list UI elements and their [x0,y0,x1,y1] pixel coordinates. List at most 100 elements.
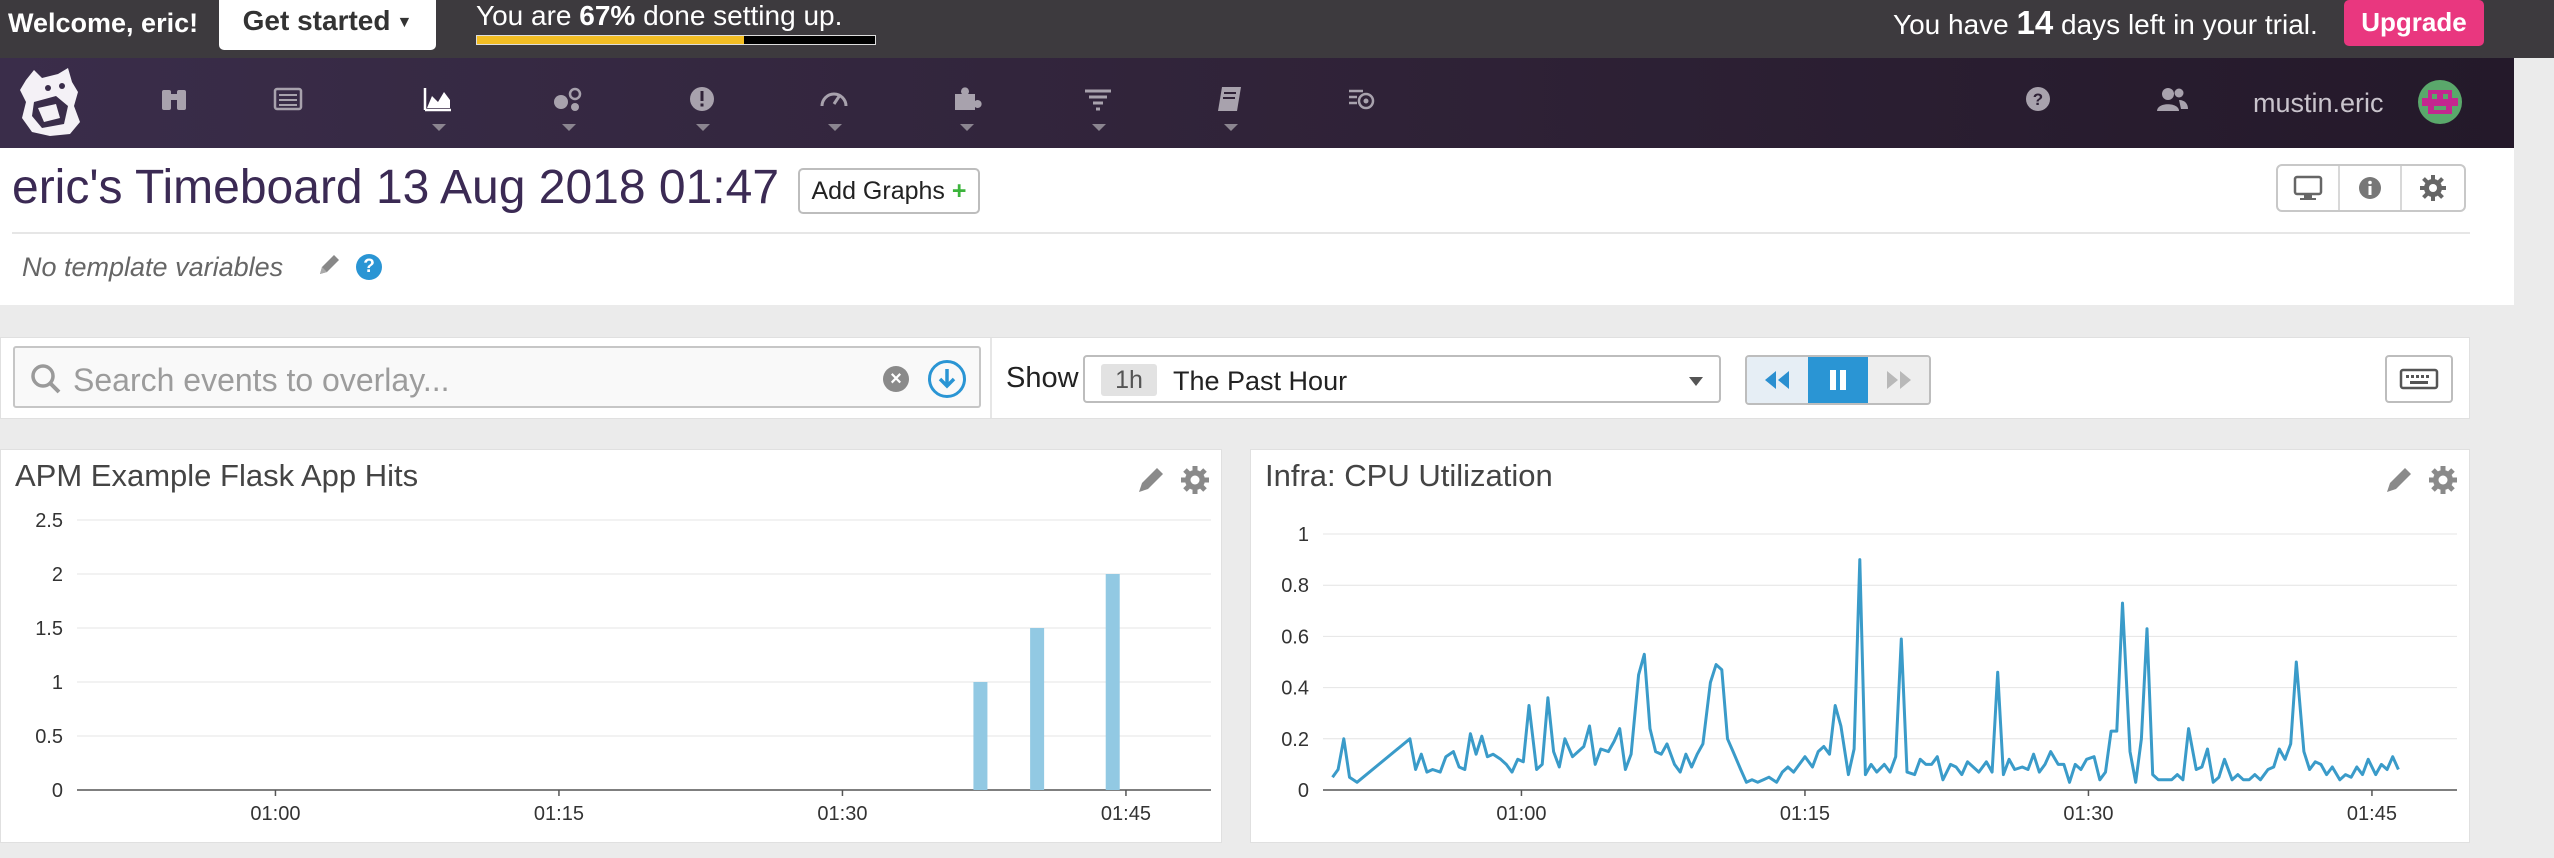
events-time-controls: Search events to overlay... × Show 1h Th… [0,337,2470,419]
datadog-logo[interactable] [12,62,88,142]
setup-progress-text: You are 67% done setting up. [476,0,842,32]
submenu-caret-icon [432,124,446,131]
add-graphs-button[interactable]: Add Graphs + [798,168,980,214]
x-tick-label: 01:00 [1496,803,1546,825]
download-icon[interactable] [928,360,966,398]
y-tick-label: 1.5 [35,618,63,640]
trial-notice: You have 14 days left in your trial. [1893,4,2318,42]
x-tick-label: 01:30 [817,803,867,825]
x-tick-label: 01:45 [1101,803,1151,825]
notebook-icon[interactable] [1208,82,1252,138]
board-actions [2276,164,2466,212]
setup-progress-bar [476,35,876,45]
x-tick-label: 01:15 [534,803,584,825]
page-title[interactable]: eric's Timeboard 13 Aug 2018 01:47 [12,160,779,215]
show-label: Show [1006,362,1079,394]
y-tick-label: 1 [1298,524,1309,546]
y-tick-label: 0.6 [1281,626,1309,648]
bar [1105,574,1120,790]
upgrade-button[interactable]: Upgrade [2344,0,2484,46]
info-icon [2359,177,2381,199]
clear-icon[interactable]: × [883,366,909,392]
submenu-caret-icon [562,124,576,131]
synthetic-icon[interactable] [1340,82,1384,138]
info-button[interactable] [2340,166,2402,210]
timeframe-badge: 1h [1101,364,1157,396]
submenu-caret-icon [696,124,710,131]
binoculars-icon[interactable] [152,82,196,138]
trial-prefix: You have [1893,9,2009,40]
area-chart-icon[interactable] [416,82,460,138]
search-placeholder: Search events to overlay... [73,362,450,398]
list-icon[interactable] [266,82,310,138]
y-tick-label: 2.5 [35,510,63,532]
y-tick-label: 0.8 [1281,575,1309,597]
alert-icon[interactable] [680,82,724,138]
progress-percent: 67% [579,0,636,31]
header-divider [12,232,2470,234]
submenu-caret-icon [1224,124,1238,131]
main-nav: ? mustin.eric [0,58,2514,148]
avatar[interactable] [2418,80,2462,124]
graph-panel-cpu-utilization: Infra: CPU Utilization 0 0.2 0.4 0.6 0.8 1 01:… [1250,449,2470,843]
y-tick-label: 0.5 [35,726,63,748]
svg-text:?: ? [2033,90,2043,109]
add-graphs-label: Add Graphs [811,177,945,205]
y-tick-label: 0 [52,780,63,802]
timeframe-value: The Past Hour [1173,366,1348,396]
edit-template-vars-icon[interactable] [316,252,342,278]
caret-down-icon: ▼ [396,13,413,31]
search-input[interactable]: Search events to overlay... × [13,346,981,408]
keyboard-shortcuts-button[interactable] [2385,355,2453,403]
y-tick-label: 0.2 [1281,729,1309,751]
timeboard-header: eric's Timeboard 13 Aug 2018 01:47 Add G… [0,148,2514,305]
divider [990,338,992,418]
progress-suffix: done setting up. [643,0,843,31]
submenu-caret-icon [828,124,842,131]
settings-button[interactable] [2402,166,2464,210]
team-icon[interactable] [2150,82,2194,138]
bar-chart: 0 0.5 1 1.5 2 2.5 01:00 01:15 01:30 01:45 [35,510,1211,825]
forward-button[interactable] [1868,357,1929,403]
x-tick-label: 01:15 [1780,803,1830,825]
help-icon[interactable]: ? [356,254,382,280]
plus-icon: + [951,177,967,205]
submenu-caret-icon [960,124,974,131]
bar [973,682,988,790]
search-icon [31,364,61,394]
bar [1030,628,1045,790]
filter-icon[interactable] [1076,82,1120,138]
timeframe-select[interactable]: 1h The Past Hour [1083,355,1721,403]
series-line [1331,558,2400,784]
keyboard-icon [2399,368,2439,390]
gauge-icon[interactable] [812,82,856,138]
username[interactable]: mustin.eric [2253,88,2384,119]
get-started-label: Get started [242,5,391,36]
graph-panel-apm-hits: APM Example Flask App Hits 0 0.5 1 1.5 2 2.5 0… [0,449,1222,843]
chevron-down-icon [1689,377,1703,386]
pause-button[interactable] [1807,357,1869,403]
help-icon[interactable]: ? [2016,82,2060,138]
trial-days: 14 [2016,4,2054,41]
rewind-button[interactable] [1747,357,1808,403]
x-tick-label: 01:30 [2063,803,2113,825]
puzzle-icon[interactable] [944,82,988,138]
fast-forward-icon [1886,371,1911,389]
progress-prefix: You are [476,0,572,31]
playback-controls [1745,355,1931,405]
submenu-caret-icon [1092,124,1106,131]
hexagons-icon[interactable] [546,82,590,138]
template-variables-text: No template variables [22,252,284,282]
monitor-icon [2293,175,2323,200]
y-tick-label: 1 [52,672,63,694]
y-tick-label: 0 [1298,780,1309,802]
setup-progress-fill [477,36,744,44]
gear-icon [2420,175,2446,201]
y-tick-label: 0.4 [1281,678,1309,700]
y-tick-label: 2 [52,564,63,586]
tv-mode-button[interactable] [2278,166,2340,210]
x-tick-label: 01:00 [250,803,300,825]
welcome-text: Welcome, eric! [8,8,199,38]
get-started-dropdown[interactable]: Get started ▼ [219,0,436,50]
x-tick-label: 01:45 [2347,803,2397,825]
